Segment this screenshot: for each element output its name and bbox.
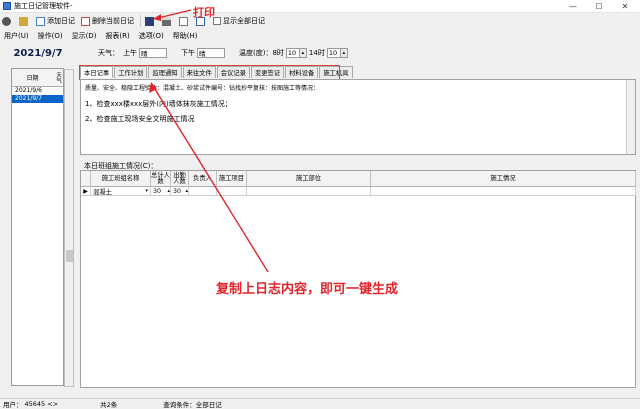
settings-button[interactable] xyxy=(0,14,15,28)
dropdown-arrow-icon[interactable]: ▾ xyxy=(145,188,148,194)
menu-user[interactable]: 用户(U) xyxy=(4,31,29,41)
am-weather-select[interactable]: 晴 xyxy=(139,48,167,58)
col-leader: 负责人 xyxy=(189,171,217,187)
weather-label: 天气： xyxy=(98,49,119,57)
temp-8-input[interactable]: 10 xyxy=(285,48,300,58)
col-status: 施工情况 xyxy=(371,171,636,187)
status-user-value: 45645 <> xyxy=(24,399,59,408)
col-present: 出勤人数 xyxy=(171,171,189,187)
cell-status[interactable] xyxy=(371,187,636,196)
textarea-scrollbar[interactable] xyxy=(626,80,635,154)
cell-leader[interactable] xyxy=(189,187,217,196)
delete-diary-label: 删除当前日记 xyxy=(92,17,134,25)
preview-icon xyxy=(179,16,188,26)
cell-team-name[interactable]: 混凝土 ▾ xyxy=(91,187,151,196)
maximize-button[interactable]: ☐ xyxy=(586,0,612,13)
menu-help[interactable]: 帮助(H) xyxy=(173,31,198,41)
menu-report[interactable]: 报表(R) xyxy=(105,31,129,41)
diary-textarea[interactable]: 质量、安全、稳隐工程验收：混凝土、砂浆试件编号：钻找抄平复核：技图施工等情况： … xyxy=(80,79,636,155)
toolbar-separator xyxy=(140,15,141,27)
gear-icon xyxy=(2,16,11,26)
spinner-icon[interactable]: ▴ xyxy=(167,188,170,194)
date-row-label: 2021/9/6 xyxy=(15,87,42,94)
save-button[interactable] xyxy=(143,14,158,28)
team-name-value: 混凝土 xyxy=(93,188,112,196)
date-row-selected[interactable]: 2021/9/7 xyxy=(12,95,63,103)
temp-14-input[interactable]: 10 xyxy=(326,48,341,58)
tabs-highlight-box xyxy=(79,65,340,80)
content-line-2: 2、检查施工现场安全文明施工情况 xyxy=(85,115,195,123)
delete-doc-icon xyxy=(81,16,90,26)
date-list-header: 日期 天气 xyxy=(12,69,63,87)
col-total: 总计人数 xyxy=(151,171,171,187)
date-list: 日期 天气 2021/9/6 2021/9/7 xyxy=(11,68,74,387)
temp-8-spinner[interactable]: ▴ xyxy=(299,48,307,58)
status-bar: 用户： 45645 <> 共2条 查询条件：全部日记 xyxy=(0,398,640,409)
temp-label: 温度(度)：8时 xyxy=(239,49,284,57)
col-date: 日期 xyxy=(26,75,39,82)
status-count: 共2条 xyxy=(100,400,118,409)
window-title: 施工日记管理软件- xyxy=(14,2,73,10)
pm-label: 下午 xyxy=(181,49,195,57)
show-all-label: 显示全部日记 xyxy=(223,17,265,25)
scrollbar-thumb[interactable] xyxy=(66,250,73,262)
add-doc-icon xyxy=(36,16,45,26)
total-value: 30 xyxy=(153,187,162,195)
am-label: 上午 xyxy=(123,49,137,57)
show-all-toggle[interactable]: 显示全部日记 xyxy=(211,14,267,28)
date-list-scrollbar[interactable] xyxy=(64,69,74,387)
col-location: 施工部位 xyxy=(247,171,371,187)
open-button[interactable] xyxy=(17,14,32,28)
cell-location[interactable] xyxy=(247,187,371,196)
col-project: 施工项目 xyxy=(217,171,247,187)
title-bar: 施工日记管理软件- xyxy=(0,0,640,13)
status-condition: 查询条件：全部日记 xyxy=(163,400,222,409)
preview-button[interactable] xyxy=(177,14,192,28)
app-icon xyxy=(3,2,11,10)
menu-display[interactable]: 显示(D) xyxy=(72,31,97,41)
current-date: 2021/9/7 xyxy=(13,48,63,59)
subheading-text: 质量、安全、稳隐工程验收：混凝土、砂浆试件编号：钻找抄平复核：技图施工等情况： xyxy=(85,85,320,92)
temp-14-spinner[interactable]: ▴ xyxy=(340,48,348,58)
cell-project[interactable] xyxy=(217,187,247,196)
present-value: 30 xyxy=(173,187,182,195)
content-line-1: 1、检查xxx楼xxx层外(内)墙体抹灰施工情况； xyxy=(85,100,232,108)
minimize-button[interactable]: — xyxy=(560,0,586,13)
copy-annotation: 复制上日志内容，即可一键生成 xyxy=(216,282,399,297)
status-user-label: 用户： xyxy=(3,400,23,409)
date-panel: 2021/9/7 日期 天气 2021/9/6 2021/9/7 xyxy=(3,44,74,388)
print-button[interactable] xyxy=(160,14,175,28)
print-annotation: 打印 xyxy=(193,6,215,19)
date-row-label: 2021/9/7 xyxy=(15,95,42,102)
add-diary-button[interactable]: 添加日记 xyxy=(34,14,77,28)
col-weather: 天气 xyxy=(55,72,61,83)
save-icon xyxy=(145,16,154,26)
toolbar: 添加日记 删除当前日记 显示全部日记 xyxy=(0,13,640,29)
cell-present[interactable]: 30 ▴ xyxy=(171,187,189,196)
row-indicator-header xyxy=(81,171,91,187)
row-indicator: ▶ xyxy=(81,187,91,196)
add-diary-label: 添加日记 xyxy=(47,17,75,25)
menu-bar: 用户(U) 操作(O) 显示(D) 报表(R) 选项(O) 帮助(H) xyxy=(0,29,640,42)
spinner-icon[interactable]: ▴ xyxy=(185,188,188,194)
col-team-name: 施工班组名称 xyxy=(91,171,151,187)
menu-operate[interactable]: 操作(O) xyxy=(38,31,63,41)
delete-diary-button[interactable]: 删除当前日记 xyxy=(79,14,136,28)
folder-icon xyxy=(19,16,28,26)
cell-total[interactable]: 30 ▴ xyxy=(151,187,171,196)
weather-form: 天气： 上午 晴 下午 晴 温度(度)：8时 10 ▴ 14时 10 ▴ xyxy=(80,44,640,62)
temp-14-label: 14时 xyxy=(308,49,325,57)
pm-weather-select[interactable]: 晴 xyxy=(197,48,225,58)
printer-icon xyxy=(162,16,171,26)
date-row[interactable]: 2021/9/6 xyxy=(12,87,63,95)
menu-options[interactable]: 选项(O) xyxy=(139,31,164,41)
close-button[interactable]: ✕ xyxy=(612,0,638,13)
